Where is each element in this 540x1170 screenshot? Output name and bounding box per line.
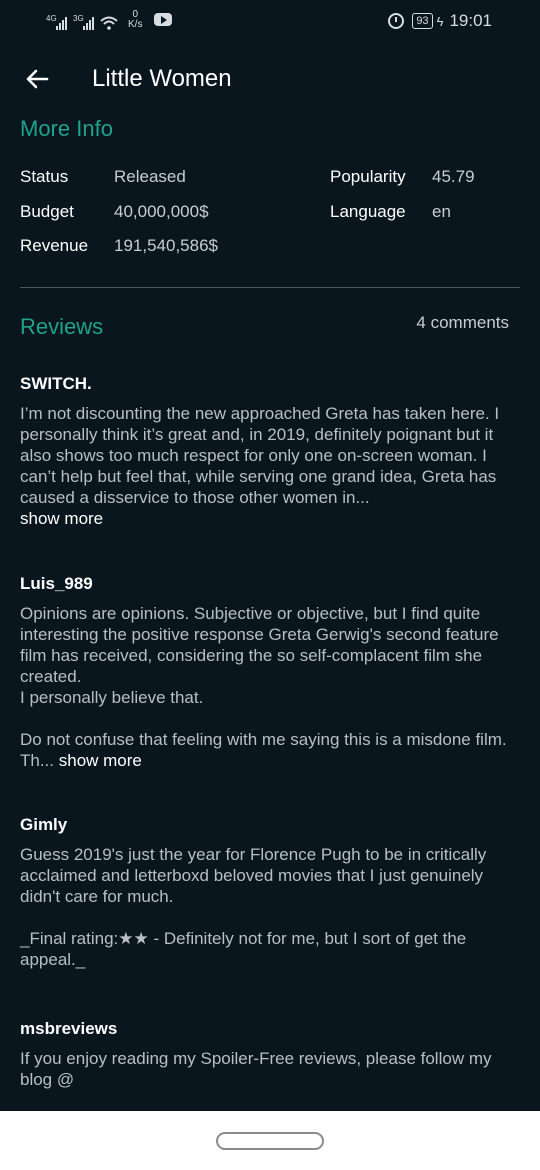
home-gesture-handle[interactable] [216, 1132, 324, 1150]
clock: 19:01 [449, 11, 492, 30]
popularity-value: 45.79 [432, 167, 475, 186]
show-more-link[interactable]: show more [20, 509, 103, 528]
status-right: 93 ϟ 19:01 [388, 11, 492, 31]
review-author: Luis_989 [20, 574, 93, 593]
language-label: Language [330, 202, 406, 221]
budget-value: 40,000,000$ [114, 202, 209, 221]
network-type-2: 3G [73, 14, 84, 23]
charging-icon: ϟ [436, 13, 444, 29]
section-divider [20, 287, 520, 288]
system-nav-bar [0, 1111, 540, 1170]
show-more-link[interactable]: show more [59, 751, 142, 770]
popularity-label: Popularity [330, 167, 406, 186]
review-author: Gimly [20, 815, 68, 834]
page-title: Little Women [92, 65, 232, 92]
back-arrow-icon[interactable] [22, 64, 52, 94]
review-item: msbreviews If you enjoy reading my Spoil… [20, 1019, 525, 1090]
status-left: 4G 3G 0 K/s [46, 10, 173, 30]
revenue-value: 191,540,586$ [114, 236, 218, 255]
network-type-1: 4G [46, 14, 57, 23]
review-author: msbreviews [20, 1019, 118, 1038]
status-value: Released [114, 167, 186, 186]
revenue-label: Revenue [20, 236, 89, 255]
network-speed-unit: K/s [128, 19, 143, 30]
status-bar: 4G 3G 0 K/s 93 ϟ 19:01 [0, 0, 540, 44]
reviews-heading: Reviews [20, 314, 104, 339]
youtube-notification-icon [154, 13, 173, 26]
review-item: Luis_989 Opinions are opinions. Subjecti… [20, 574, 525, 771]
review-body: Opinions are opinions. Subjective or obj… [20, 603, 525, 771]
review-author: SWITCH. [20, 374, 92, 393]
review-item: Gimly Guess 2019's just the year for Flo… [20, 815, 525, 970]
language-value: en [432, 202, 451, 221]
review-body: If you enjoy reading my Spoiler-Free rev… [20, 1049, 492, 1089]
review-body: I’m not discounting the new approached G… [20, 403, 525, 529]
review-text: I’m not discounting the new approached G… [20, 404, 500, 507]
wifi-icon [100, 16, 118, 30]
review-text: Opinions are opinions. Subjective or obj… [20, 604, 507, 770]
signal-icon: 4G [46, 14, 67, 30]
more-info-heading: More Info [20, 116, 113, 141]
app-bar: Little Women [0, 56, 540, 104]
review-item: SWITCH. I’m not discounting the new appr… [20, 374, 525, 529]
battery-level: 93 [412, 13, 433, 29]
budget-label: Budget [20, 202, 74, 221]
alarm-icon [388, 13, 405, 29]
comments-count: 4 comments [416, 313, 509, 332]
signal-icon-2: 3G [73, 14, 94, 30]
network-speed: 0 K/s [128, 10, 142, 30]
status-label: Status [20, 167, 69, 186]
review-body: Guess 2019's just the year for Florence … [20, 845, 487, 969]
